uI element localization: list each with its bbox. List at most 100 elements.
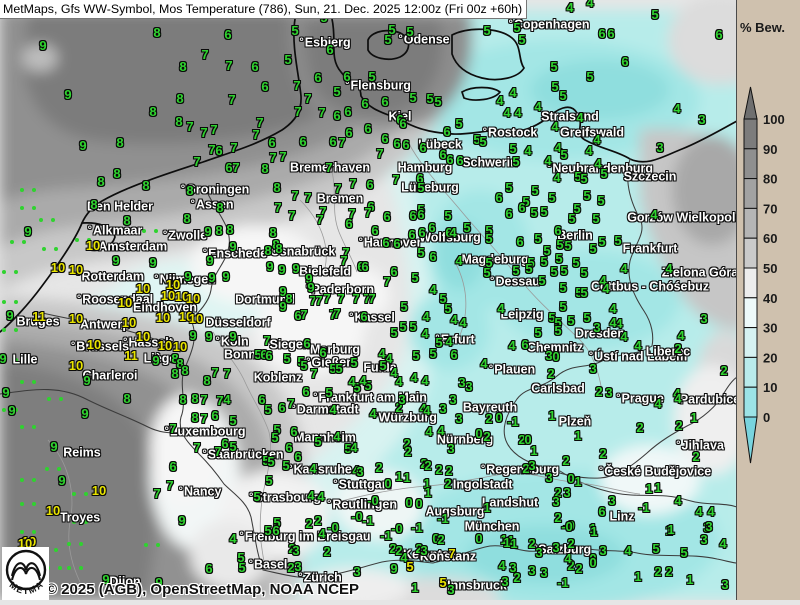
temperature-value: 6 [169, 459, 176, 474]
temperature-value: 11 [32, 309, 46, 324]
temperature-value: 6 [361, 96, 368, 111]
temperature-value: 7 [274, 200, 281, 215]
temperature-value: 2 [435, 462, 442, 477]
temperature-value: 3 [439, 401, 446, 416]
temperature-value: 4 [514, 105, 521, 120]
temperature-value: 7 [223, 366, 230, 381]
temperature-value: -1 [437, 511, 449, 526]
temperature-value: 3 [721, 577, 728, 592]
temperature-value: 9 [279, 299, 286, 314]
temperature-value: 2 [513, 570, 520, 585]
metmaps-logo: METMAPS [2, 547, 49, 600]
temperature-value: 7 [186, 119, 193, 134]
temperature-value: 10 [69, 358, 83, 373]
city-label: Augsburg [425, 504, 484, 518]
city-label: Hamburg [398, 160, 453, 174]
temperature-value: 5 [384, 32, 391, 47]
temperature-value: 1 [483, 500, 490, 515]
temperature-value: 7 [338, 135, 345, 150]
temperature-value: 4 [423, 403, 430, 418]
temperature-value: 5 [390, 325, 397, 340]
temperature-value: 3 [501, 574, 508, 589]
temperature-value: 7 [201, 47, 208, 62]
city-label: Bonn [224, 347, 256, 361]
temperature-value: 5 [538, 273, 545, 288]
temperature-value: 3 [420, 543, 427, 558]
city-label: °Amsterdam [93, 239, 167, 253]
temperature-value: 6 [393, 236, 400, 251]
temperature-value: 2 [404, 444, 411, 459]
temperature-value: 7 [200, 411, 207, 426]
city-label: °Freiburg im Breisgau [239, 529, 370, 543]
city-label: Linz [610, 509, 635, 523]
temperature-value: 0 [405, 495, 412, 510]
city-label: °Rostock [483, 125, 538, 139]
temperature-value: 5 [439, 575, 446, 590]
temperature-value: 1 [667, 522, 674, 537]
temperature-value: 5 [560, 263, 567, 278]
temperature-value: -0 [391, 521, 403, 536]
temperature-value: 5 [564, 238, 571, 253]
temperature-value: 7 [214, 444, 221, 459]
temperature-value: 6 [343, 69, 350, 84]
temperature-value: 1 [686, 572, 693, 587]
legend-panel: % Bew. 1009080706050403020100 [736, 0, 800, 600]
temperature-value: 5 [417, 180, 424, 195]
drizzle-symbol [20, 206, 36, 210]
temperature-value: 5 [554, 323, 561, 338]
temperature-value: 8 [175, 114, 182, 129]
temperature-value: 6 [518, 200, 525, 215]
temperature-value: 6 [205, 561, 212, 576]
drizzle-symbol [20, 425, 36, 429]
city-label: Lüneburg [401, 180, 459, 194]
temperature-value: 4 [544, 153, 551, 168]
temperature-value: 3 [540, 565, 547, 580]
temperature-value: 6 [383, 209, 390, 224]
temperature-value: 1 [548, 408, 555, 423]
temperature-value: 10 [189, 311, 203, 326]
temperature-value: 6 [419, 140, 426, 155]
temperature-value: 4 [359, 373, 366, 388]
colorbar-tick-label: 70 [763, 201, 777, 216]
temperature-value: 4 [509, 85, 516, 100]
temperature-value: 5 [300, 358, 307, 373]
temperature-value: 9 [81, 406, 88, 421]
temperature-value: 7 [269, 150, 276, 165]
temperature-value: 4 [524, 143, 531, 158]
temperature-value: 6 [598, 26, 605, 41]
drizzle-symbol [45, 467, 61, 471]
temperature-value: 6 [251, 59, 258, 74]
temperature-value: -0 [351, 509, 363, 524]
city-label: °Alkmaar [88, 223, 143, 237]
temperature-value: 4 [455, 253, 462, 268]
temperature-value: 4 [329, 402, 336, 417]
colorbar-tick-label: 90 [763, 142, 777, 157]
temperature-value: 5 [368, 69, 375, 84]
temperature-value: 8 [113, 166, 120, 181]
temperature-value: 4 [497, 301, 504, 316]
temperature-value: 8 [264, 243, 271, 258]
temperature-value: 1 [530, 443, 537, 458]
temperature-value: 2 [485, 411, 492, 426]
temperature-value: 5 [512, 154, 519, 169]
temperature-value: 3 [294, 559, 301, 574]
temperature-value: 7 [294, 104, 301, 119]
temperature-value: 4 [564, 551, 571, 566]
temperature-value: 6 [261, 79, 268, 94]
temperature-value: 4 [586, 0, 593, 10]
temperature-value: 3 [563, 485, 570, 500]
temperature-value: 6 [418, 225, 425, 240]
temperature-value: 6 [215, 143, 222, 158]
temperature-value: 4 [585, 143, 592, 158]
temperature-value: 1 [690, 410, 697, 425]
temperature-value: 4 [437, 423, 444, 438]
temperature-value: 10 [92, 483, 106, 498]
temperature-value: 10 [136, 329, 150, 344]
temperature-value: 3 [356, 464, 363, 479]
temperature-value: 7 [169, 421, 176, 436]
weather-map[interactable]: Horsens°Copenhagen°Esbjerg°Odense°Flensb… [0, 0, 737, 600]
temperature-value: 5 [652, 541, 659, 556]
temperature-value: 6 [382, 235, 389, 250]
drizzle-symbol [20, 478, 36, 482]
temperature-value: 5 [567, 313, 574, 328]
